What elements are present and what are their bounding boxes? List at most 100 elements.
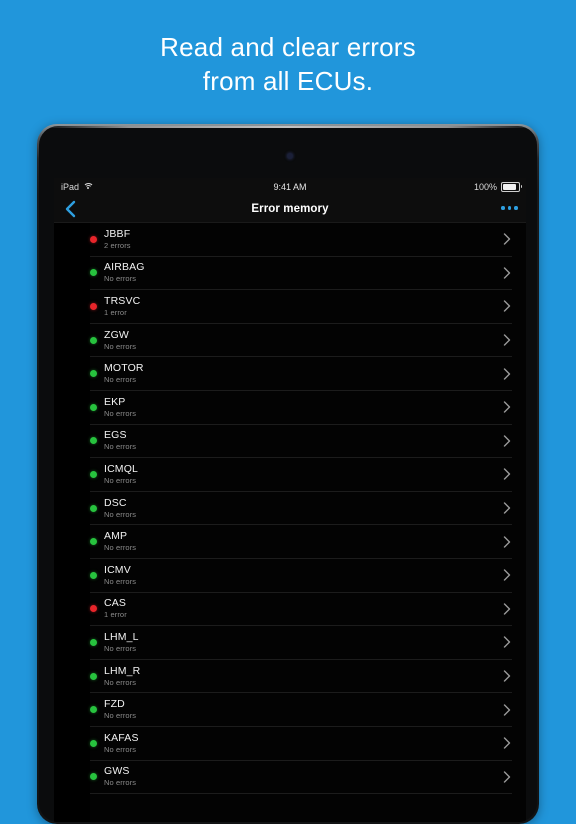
chevron-right-icon bbox=[502, 602, 512, 616]
ecu-name: MOTOR bbox=[104, 362, 144, 375]
list-item[interactable]: CAS 1 error bbox=[90, 593, 512, 627]
ecu-name: EGS bbox=[104, 429, 127, 442]
list-item-text: GWS No errors bbox=[104, 765, 496, 788]
bezel-highlight bbox=[39, 126, 537, 128]
battery-percent-label: 100% bbox=[473, 182, 497, 192]
ecu-error-count: No errors bbox=[104, 408, 137, 418]
marketing-headline: Read and clear errors from all ECUs. bbox=[0, 30, 576, 98]
chevron-right-icon bbox=[502, 434, 512, 448]
status-dot-ok-icon bbox=[90, 773, 97, 781]
status-dot-ok-icon bbox=[90, 470, 97, 478]
list-item-text: EGS No errors bbox=[104, 429, 496, 452]
chevron-right-icon bbox=[502, 333, 512, 347]
device-screen: iPad 9:41 AM 100% Error memory JBBF 2 er… bbox=[54, 178, 526, 822]
list-item[interactable]: AIRBAG No errors bbox=[90, 257, 512, 291]
list-item-text: ZGW No errors bbox=[104, 329, 496, 352]
status-bar-clock: 9:41 AM bbox=[273, 182, 307, 192]
ecu-name: DSC bbox=[104, 496, 127, 509]
ecu-error-count: No errors bbox=[104, 442, 137, 452]
status-bar: iPad 9:41 AM 100% bbox=[54, 178, 526, 196]
chevron-right-icon bbox=[502, 770, 512, 784]
status-bar-right: 100% bbox=[473, 182, 522, 192]
chevron-right-icon bbox=[502, 736, 512, 750]
chevron-right-icon bbox=[502, 501, 512, 515]
status-dot-ok-icon bbox=[90, 269, 97, 277]
list-item[interactable]: DSC No errors bbox=[90, 492, 512, 526]
status-dot-ok-icon bbox=[90, 571, 97, 579]
more-options-button[interactable] bbox=[501, 206, 518, 210]
chevron-right-icon bbox=[502, 635, 512, 649]
list-item[interactable]: GWS No errors bbox=[90, 761, 512, 795]
list-item[interactable]: KAFAS No errors bbox=[90, 727, 512, 761]
battery-full-icon bbox=[501, 182, 522, 192]
ecu-name: LHM_L bbox=[104, 630, 139, 643]
list-item[interactable]: FZD No errors bbox=[90, 693, 512, 727]
screenshot-stage: Read and clear errors from all ECUs. iPa… bbox=[0, 0, 576, 824]
ecu-name: ICMV bbox=[104, 563, 131, 576]
status-dot-ok-icon bbox=[90, 370, 97, 378]
ecu-error-count: No errors bbox=[104, 341, 137, 351]
list-item-text: LHM_R No errors bbox=[104, 665, 496, 688]
list-item[interactable]: TRSVC 1 error bbox=[90, 290, 512, 324]
more-horizontal-icon bbox=[501, 206, 505, 210]
tablet-device-frame: iPad 9:41 AM 100% Error memory JBBF 2 er… bbox=[37, 124, 539, 824]
status-dot-ok-icon bbox=[90, 706, 97, 714]
ecu-error-count: No errors bbox=[104, 475, 137, 485]
list-item[interactable]: LHM_L No errors bbox=[90, 626, 512, 660]
chevron-right-icon bbox=[502, 266, 512, 280]
list-item[interactable]: EKP No errors bbox=[90, 391, 512, 425]
chevron-right-icon bbox=[502, 299, 512, 313]
content-area: JBBF 2 errors AIRBAG No errors TRSVC 1 error Z… bbox=[54, 223, 526, 822]
list-item-text: AMP No errors bbox=[104, 530, 496, 553]
ecu-error-count: No errors bbox=[104, 744, 137, 754]
list-item[interactable]: MOTOR No errors bbox=[90, 357, 512, 391]
list-item-text: MOTOR No errors bbox=[104, 362, 496, 385]
status-dot-error-icon bbox=[90, 605, 97, 613]
ecu-name: JBBF bbox=[104, 227, 131, 240]
ecu-error-count: 1 error bbox=[104, 610, 127, 620]
ecu-error-count: No errors bbox=[104, 677, 137, 687]
chevron-right-icon bbox=[502, 535, 512, 549]
ecu-error-count: No errors bbox=[104, 543, 137, 553]
list-item-text: FZD No errors bbox=[104, 698, 496, 721]
list-item[interactable]: ICMV No errors bbox=[90, 559, 512, 593]
list-left-gutter bbox=[54, 223, 90, 822]
ecu-name: ICMQL bbox=[104, 462, 139, 475]
chevron-right-icon bbox=[502, 367, 512, 381]
ecu-error-count: 1 error bbox=[104, 307, 127, 317]
chevron-right-icon bbox=[502, 568, 512, 582]
list-item[interactable]: LHM_R No errors bbox=[90, 660, 512, 694]
status-dot-ok-icon bbox=[90, 403, 97, 411]
status-dot-ok-icon bbox=[90, 638, 97, 646]
ecu-error-count: 2 errors bbox=[104, 240, 131, 250]
status-dot-ok-icon bbox=[90, 739, 97, 747]
list-item-text: ICMV No errors bbox=[104, 564, 496, 587]
navigation-bar: Error memory bbox=[54, 196, 526, 223]
chevron-right-icon bbox=[502, 467, 512, 481]
ecu-name: GWS bbox=[104, 765, 130, 778]
list-item[interactable]: ICMQL No errors bbox=[90, 458, 512, 492]
ecu-name: ZGW bbox=[104, 328, 129, 341]
ecu-name: CAS bbox=[104, 597, 127, 610]
marketing-headline-line2: from all ECUs. bbox=[202, 66, 374, 96]
ecu-error-list[interactable]: JBBF 2 errors AIRBAG No errors TRSVC 1 error Z… bbox=[90, 223, 526, 822]
status-dot-ok-icon bbox=[90, 336, 97, 344]
list-item[interactable]: AMP No errors bbox=[90, 525, 512, 559]
list-item[interactable]: EGS No errors bbox=[90, 425, 512, 459]
chevron-right-icon bbox=[502, 669, 512, 683]
ecu-name: KAFAS bbox=[104, 731, 139, 744]
status-dot-ok-icon bbox=[90, 504, 97, 512]
list-item[interactable]: JBBF 2 errors bbox=[90, 223, 512, 257]
ecu-error-count: No errors bbox=[104, 509, 137, 519]
list-item[interactable]: ZGW No errors bbox=[90, 324, 512, 358]
front-camera-icon bbox=[287, 153, 293, 159]
status-dot-ok-icon bbox=[90, 437, 97, 445]
ecu-name: TRSVC bbox=[104, 294, 141, 307]
ecu-name: AIRBAG bbox=[104, 261, 145, 274]
tablet-bezel: iPad 9:41 AM 100% Error memory JBBF 2 er… bbox=[39, 126, 537, 822]
status-dot-error-icon bbox=[90, 235, 97, 243]
ecu-error-count: No errors bbox=[104, 643, 137, 653]
list-item-text: ICMQL No errors bbox=[104, 463, 496, 486]
chevron-right-icon bbox=[502, 232, 512, 246]
ecu-error-count: No errors bbox=[104, 274, 137, 284]
